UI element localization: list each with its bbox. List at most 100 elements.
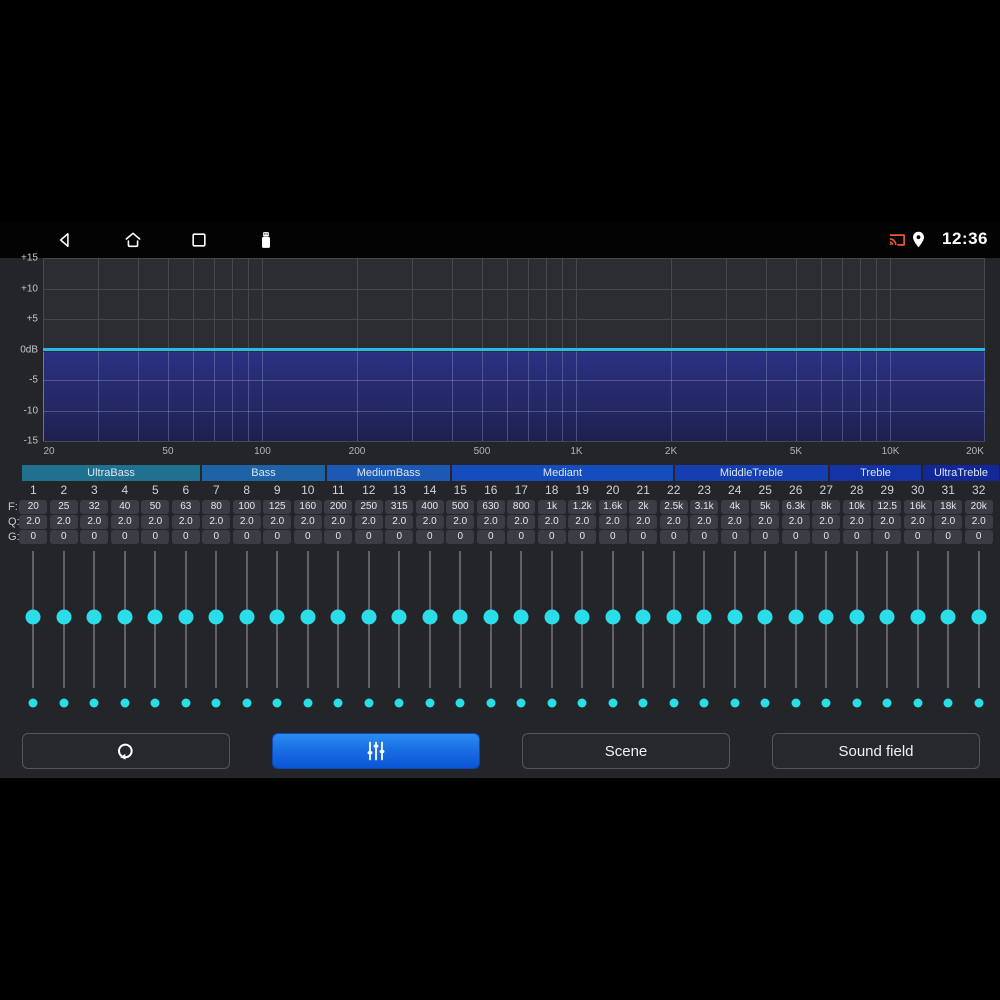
frequency-axis-label: 200 — [348, 446, 366, 457]
channel-number: 28 — [850, 483, 864, 497]
eq-slider-knob[interactable] — [788, 609, 804, 625]
equalizer-button[interactable] — [272, 733, 480, 769]
frequency-value-chip: 12.5 — [873, 500, 902, 514]
frequency-value-chip: 25 — [49, 500, 78, 514]
eq-slider-knob[interactable] — [330, 609, 346, 625]
eq-slider-knob[interactable] — [300, 609, 316, 625]
q-value-chip: 2.0 — [171, 515, 200, 529]
gain-value-chip: 0 — [446, 530, 475, 544]
band-header-ultratreble: UltraTreble — [923, 465, 999, 481]
gain-value-chip: 0 — [629, 530, 658, 544]
q-value-chip: 2.0 — [263, 515, 292, 529]
cast-icon — [889, 234, 905, 246]
eq-slider-knob[interactable] — [666, 609, 682, 625]
sound-field-button[interactable]: Sound field — [772, 733, 980, 769]
gain-value-chip: 0 — [934, 530, 963, 544]
channel-number: 15 — [453, 483, 467, 497]
graph-vertical-gridline — [451, 351, 453, 441]
eq-slider-knob[interactable] — [849, 609, 865, 625]
channel-number: 8 — [243, 483, 251, 497]
channel-number: 16 — [484, 483, 498, 497]
slider-bottom-dot — [608, 698, 618, 708]
eq-slider-knob[interactable] — [452, 609, 468, 625]
usb-drive-icon[interactable] — [256, 230, 276, 250]
db-axis-label: +5 — [26, 313, 38, 325]
graph-vertical-gridline — [671, 351, 672, 441]
eq-slider-knob[interactable] — [757, 609, 773, 625]
q-value-chip: 2.0 — [537, 515, 566, 529]
frequency-value-chip: 18k — [934, 500, 963, 514]
graph-vertical-gridline — [876, 351, 878, 441]
slider-bottom-dot — [638, 698, 648, 708]
eq-slider-knob[interactable] — [25, 609, 41, 625]
slider-bottom-dot — [89, 698, 99, 708]
eq-slider-knob[interactable] — [727, 609, 743, 625]
graph-vertical-gridline — [98, 351, 100, 441]
eq-slider-knob[interactable] — [696, 609, 712, 625]
gain-value-chip: 0 — [720, 530, 749, 544]
eq-slider-knob[interactable] — [117, 609, 133, 625]
eq-slider-knob[interactable] — [147, 609, 163, 625]
recents-icon[interactable] — [189, 230, 209, 250]
slider-bottom-dot — [394, 698, 404, 708]
slider-bottom-dot — [120, 698, 130, 708]
eq-slider-knob[interactable] — [269, 609, 285, 625]
gain-value-chip: 0 — [476, 530, 505, 544]
eq-slider-knob[interactable] — [239, 609, 255, 625]
eq-slider-knob[interactable] — [940, 609, 956, 625]
eq-slider-knob[interactable] — [818, 609, 834, 625]
eq-slider-knob[interactable] — [910, 609, 926, 625]
graph-vertical-gridline — [357, 351, 358, 441]
eq-slider-knob[interactable] — [361, 609, 377, 625]
eq-slider-knob[interactable] — [178, 609, 194, 625]
eq-slider-knob[interactable] — [391, 609, 407, 625]
eq-slider-knob[interactable] — [635, 609, 651, 625]
eq-slider-knob[interactable] — [574, 609, 590, 625]
frequency-value-chip: 630 — [476, 500, 505, 514]
q-value-chip: 2.0 — [720, 515, 749, 529]
frequency-value-chip: 1.6k — [598, 500, 627, 514]
gain-value-chip: 0 — [415, 530, 444, 544]
channel-number: 19 — [575, 483, 589, 497]
band-header-treble: Treble — [830, 465, 921, 481]
frequency-value-chip: 100 — [232, 500, 261, 514]
home-icon[interactable] — [123, 230, 143, 250]
eq-slider-knob[interactable] — [605, 609, 621, 625]
eq-slider-knob[interactable] — [513, 609, 529, 625]
channel-number: 21 — [636, 483, 650, 497]
graph-horizontal-gridline — [43, 410, 985, 412]
gain-value-chip: 0 — [202, 530, 231, 544]
graph-vertical-gridline — [765, 351, 767, 441]
gain-value-chip: 0 — [659, 530, 688, 544]
status-time: 12:36 — [942, 229, 988, 248]
frequency-value-chip: 16k — [903, 500, 932, 514]
eq-slider-knob[interactable] — [544, 609, 560, 625]
reset-button[interactable] — [22, 733, 230, 769]
gain-value-chip: 0 — [598, 530, 627, 544]
eq-slider-knob[interactable] — [422, 609, 438, 625]
q-value-chip: 2.0 — [415, 515, 444, 529]
eq-slider-knob[interactable] — [208, 609, 224, 625]
graph-horizontal-gridline — [43, 380, 985, 381]
status-bar: 12:36 — [0, 222, 1000, 258]
frequency-value-chip: 10k — [842, 500, 871, 514]
back-icon[interactable] — [55, 230, 75, 250]
frequency-axis-label: 10K — [881, 446, 900, 457]
eq-slider-knob[interactable] — [86, 609, 102, 625]
graph-horizontal-gridline — [43, 319, 985, 320]
q-value-chip: 2.0 — [903, 515, 932, 529]
gain-value-chip: 0 — [537, 530, 566, 544]
eq-slider-knob[interactable] — [483, 609, 499, 625]
eq-slider-knob[interactable] — [971, 609, 987, 625]
eq-slider-knob[interactable] — [879, 609, 895, 625]
graph-vertical-gridline — [890, 351, 892, 441]
graph-vertical-gridline — [527, 351, 529, 441]
graph-horizontal-gridline — [43, 288, 985, 290]
scene-button-label: Scene — [604, 742, 648, 760]
db-axis-label: 0dB — [20, 344, 38, 355]
scene-button[interactable]: Scene — [522, 733, 730, 769]
graph-vertical-gridline — [546, 351, 548, 441]
slider-bottom-dot — [882, 698, 892, 708]
eq-slider-knob[interactable] — [56, 609, 72, 625]
slider-bottom-dot — [486, 698, 496, 708]
